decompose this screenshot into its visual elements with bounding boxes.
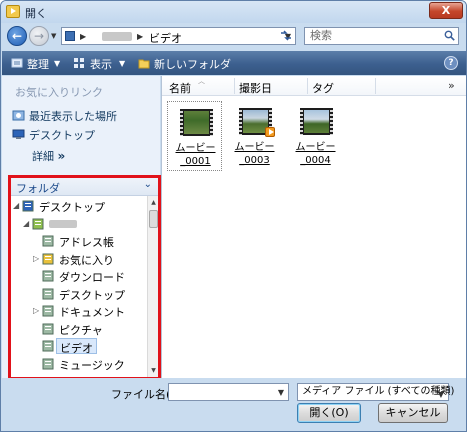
- filetype-select[interactable]: メディア ファイル (すべての種類) ▼: [297, 383, 454, 403]
- breadcrumb-videos[interactable]: ビデオ: [149, 30, 182, 46]
- window-title: 開く: [25, 7, 47, 20]
- desktop-icon: [12, 129, 25, 139]
- double-chevron-icon: »: [57, 149, 66, 163]
- chevron-down-icon[interactable]: ▼: [54, 59, 60, 68]
- media-player-badge-icon: [265, 127, 275, 137]
- favorite-link-label: デスクトップ: [29, 129, 95, 142]
- open-file-dialog: 開く X ← → ▼ ▶ ▶ ビデオ ▼ 検索 整理 ▼ 表示 ▼ 新しいフォル…: [0, 0, 467, 432]
- more-links-label: 詳細: [32, 150, 54, 163]
- breadcrumb-user[interactable]: [102, 32, 132, 41]
- back-button[interactable]: ←: [7, 26, 27, 46]
- highlight-box: [8, 175, 161, 380]
- address-bar[interactable]: ▶ ▶ ビデオ ▼: [61, 27, 296, 45]
- file-item[interactable]: ムービー _0004: [288, 101, 343, 171]
- column-header-date-taken[interactable]: 撮影日: [239, 80, 272, 96]
- file-item[interactable]: ムービー _0001: [167, 101, 222, 171]
- cancel-button[interactable]: キャンセル: [378, 403, 448, 423]
- refresh-icon[interactable]: [278, 29, 294, 44]
- title-bar: 開く X: [1, 1, 466, 23]
- column-header-name[interactable]: 名前: [169, 80, 191, 96]
- file-name: ムービー _0004: [295, 142, 336, 166]
- open-button[interactable]: 開く(O): [297, 403, 361, 423]
- filename-combobox[interactable]: ▼: [168, 383, 289, 401]
- file-name: ムービー _0003: [234, 142, 275, 166]
- file-name: ムービー _0001: [175, 143, 216, 167]
- more-columns-button[interactable]: »: [448, 79, 455, 92]
- new-folder-icon: [138, 59, 150, 69]
- breadcrumb-separator: ▶: [80, 32, 87, 41]
- column-divider[interactable]: [307, 78, 308, 94]
- file-item[interactable]: ムービー _0003: [227, 101, 282, 171]
- file-list-pane: 名前 ︿ 撮影日 タグ » ムービー _0001 ムービー _0003 ムービー _000…: [161, 76, 466, 378]
- dialog-footer: ファイル名(N): ▼ メディア ファイル (すべての種類) ▼ 開く(O) キ…: [2, 378, 466, 431]
- video-file-icon: [300, 108, 333, 135]
- views-menu[interactable]: 表示: [90, 56, 112, 72]
- column-header-tags[interactable]: タグ: [312, 80, 334, 96]
- video-file-icon: [180, 109, 213, 136]
- organize-icon: [11, 58, 23, 68]
- column-divider[interactable]: [234, 78, 235, 94]
- column-divider[interactable]: [375, 78, 376, 94]
- chevron-down-icon[interactable]: ▼: [119, 59, 125, 68]
- chevron-down-icon[interactable]: ▼: [438, 387, 444, 403]
- more-links-button[interactable]: 詳細 »: [32, 148, 65, 164]
- search-icon[interactable]: [444, 30, 455, 41]
- filetype-value: メディア ファイル (すべての種類): [302, 386, 455, 397]
- sort-ascending-icon: ︿: [198, 77, 205, 85]
- favorite-link-desktop[interactable]: デスクトップ: [12, 127, 95, 143]
- media-player-icon: [6, 5, 20, 18]
- command-toolbar: 整理 ▼ 表示 ▼ 新しいフォルダ ?: [2, 51, 466, 75]
- recent-places-icon: [12, 110, 25, 121]
- breadcrumb-separator: ▶: [137, 32, 144, 41]
- videos-folder-icon: [65, 31, 75, 41]
- search-input[interactable]: 検索: [304, 27, 459, 45]
- favorite-link-label: 最近表示した場所: [29, 110, 117, 123]
- views-icon: [74, 58, 84, 68]
- favorite-link-recent-places[interactable]: 最近表示した場所: [12, 108, 117, 124]
- favorite-links-header: お気に入りリンク: [15, 86, 103, 99]
- close-button[interactable]: X: [429, 2, 463, 19]
- column-headers: 名前 ︿ 撮影日 タグ »: [162, 76, 466, 96]
- navigation-bar: ← → ▼ ▶ ▶ ビデオ ▼ 検索: [1, 23, 466, 49]
- recent-pages-dropdown[interactable]: ▼: [51, 32, 60, 41]
- chevron-down-icon[interactable]: ▼: [278, 388, 284, 397]
- search-placeholder: 検索: [310, 29, 332, 42]
- help-icon[interactable]: ?: [444, 56, 458, 70]
- new-folder-button[interactable]: 新しいフォルダ: [154, 56, 231, 72]
- forward-button[interactable]: →: [29, 26, 49, 46]
- organize-menu[interactable]: 整理: [27, 56, 49, 72]
